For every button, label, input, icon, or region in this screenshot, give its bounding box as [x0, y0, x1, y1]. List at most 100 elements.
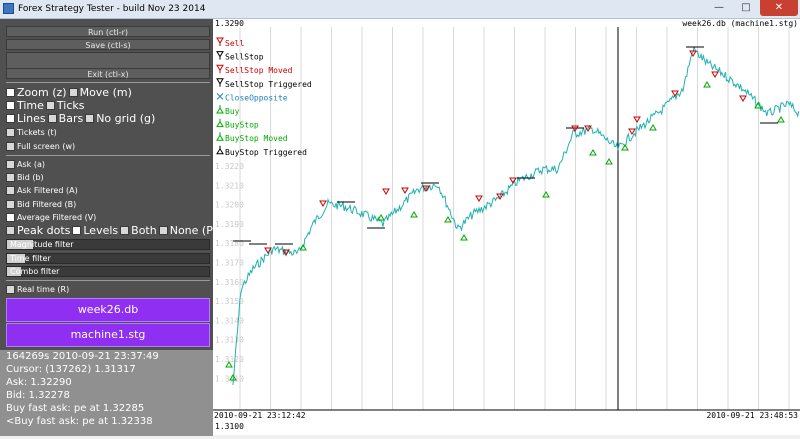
- bid-checkbox[interactable]: [6, 173, 15, 182]
- tickets-label: Tickets (t): [17, 128, 57, 137]
- buy-marker: [621, 144, 629, 151]
- save-button[interactable]: Save (ctl-s): [6, 39, 210, 50]
- realtime-label: Real time (R): [17, 285, 70, 294]
- time-filter-label: Time filter: [10, 254, 51, 263]
- buy-marker: [410, 211, 418, 218]
- divider: [6, 280, 210, 281]
- chart-top-price: 1.3290: [215, 19, 244, 28]
- buy-marker: [589, 149, 597, 156]
- none-label: None (P): [169, 224, 218, 237]
- y-axis-label: 1.3130: [215, 336, 244, 345]
- legend-label: Sell: [225, 39, 244, 48]
- price-series-line: [232, 46, 800, 385]
- zoom-checkbox[interactable]: [6, 88, 15, 97]
- sellstop-moved-icon: [216, 64, 224, 74]
- strategy-file-button[interactable]: machine1.stg: [6, 323, 210, 347]
- bars-checkbox[interactable]: [47, 114, 57, 123]
- legend-label: CloseOpposite: [225, 93, 288, 102]
- both-checkbox[interactable]: [120, 226, 130, 235]
- ask-label: Ask (a): [17, 160, 45, 169]
- buy-marker: [777, 116, 785, 123]
- zoom-move-row: Zoom (z) Move (m): [6, 86, 134, 99]
- maximize-icon[interactable]: □: [733, 0, 759, 16]
- lines-bars-row: Lines Bars No grid (g): [6, 112, 157, 125]
- bid-filtered-row: Bid Filtered (B): [6, 198, 78, 211]
- legend-label: BuyStop Triggered: [225, 148, 307, 157]
- legend-label: BuyStop Moved: [225, 134, 288, 143]
- peak-dots-checkbox[interactable]: [6, 226, 15, 235]
- y-axis-label: 1.3110: [215, 374, 244, 383]
- buy-marker: [542, 191, 550, 198]
- bid-label: Bid (b): [17, 173, 44, 182]
- info-buy-fast-ask-prev: <Buy fast ask: pe at 1.32338: [6, 416, 153, 427]
- levels-checkbox[interactable]: [72, 226, 82, 235]
- sellstop-icon: [216, 51, 224, 60]
- exit-button[interactable]: Exit (ctl-x): [6, 68, 210, 79]
- none-checkbox[interactable]: [158, 226, 168, 235]
- legend-label: SellStop: [225, 53, 264, 62]
- realtime-checkbox[interactable]: [6, 285, 15, 294]
- sell-marker: [711, 71, 719, 78]
- avg-filtered-checkbox[interactable]: [6, 213, 15, 222]
- close-icon[interactable]: ✕: [760, 0, 798, 16]
- bid-filtered-checkbox[interactable]: [6, 200, 15, 209]
- peak-dots-label: Peak dots: [17, 224, 71, 237]
- close-opposite-icon: [216, 93, 224, 100]
- control-panel: Run (ctl-r) Save (ctl-s) Exit (ctl-x) Zo…: [0, 19, 217, 436]
- info-elapsed: 164269s 2010-09-21 23:37:49: [6, 351, 159, 362]
- tickets-checkbox[interactable]: [6, 128, 15, 137]
- lines-checkbox[interactable]: [6, 114, 15, 123]
- ask-filtered-label: Ask Filtered (A): [17, 186, 78, 195]
- db-file-button[interactable]: week26.db: [6, 298, 210, 322]
- chart-start-time: 2010-09-21 23:12:42: [214, 411, 306, 420]
- chart-grid: [239, 27, 790, 410]
- chart-bottom-price: 1.3100: [215, 422, 244, 431]
- ticks-checkbox[interactable]: [45, 101, 55, 110]
- y-axis-label: 1.3200: [215, 201, 244, 210]
- price-chart[interactable]: 1.3290 week26.db (machine1.stg) 2010-09-…: [213, 19, 800, 435]
- legend-label: BuyStop: [225, 121, 259, 130]
- buy-icon: [216, 105, 224, 114]
- time-filter-slider[interactable]: Time filter: [6, 253, 210, 264]
- chart-trade-markers: [225, 50, 785, 381]
- combo-filter-slider[interactable]: Combo filter: [6, 266, 210, 277]
- info-ask: Ask: 1.32290: [6, 377, 72, 388]
- ask-filtered-row: Ask Filtered (A): [6, 184, 80, 197]
- run-button[interactable]: Run (ctl-r): [6, 26, 210, 37]
- sell-icon: [216, 37, 224, 46]
- avg-filtered-label: Average Filtered (V): [17, 213, 97, 222]
- info-panel: 164269s 2010-09-21 23:37:49 Cursor: (137…: [0, 350, 213, 436]
- sell-marker: [401, 187, 409, 194]
- time-ticks-row: Time Ticks: [6, 99, 87, 112]
- realtime-row: Real time (R): [6, 283, 71, 296]
- chart-levels: [233, 46, 778, 245]
- buy-marker: [703, 81, 711, 88]
- spacer-button: [6, 52, 210, 68]
- y-axis-label: 1.3220: [215, 162, 244, 171]
- ask-checkbox[interactable]: [6, 160, 15, 169]
- magnitude-filter-label: Magnitude filter: [10, 240, 74, 249]
- zoom-label: Zoom (z): [17, 86, 67, 99]
- buy-marker: [605, 158, 613, 165]
- fullscreen-checkbox[interactable]: [6, 142, 15, 151]
- buy-marker: [460, 234, 468, 241]
- ask-filtered-checkbox[interactable]: [6, 186, 15, 195]
- nogrid-checkbox[interactable]: [85, 114, 95, 123]
- move-checkbox[interactable]: [68, 88, 78, 97]
- time-label: Time: [17, 99, 44, 112]
- sell-marker: [319, 200, 327, 207]
- bars-label: Bars: [58, 112, 84, 125]
- buy-marker: [444, 216, 452, 223]
- info-cursor: Cursor: (137262) 1.31317: [6, 364, 136, 375]
- time-checkbox[interactable]: [6, 101, 15, 110]
- info-bid: Bid: 1.32278: [6, 390, 70, 401]
- window-controls: — □ ✕: [705, 0, 798, 18]
- minimize-icon[interactable]: —: [706, 0, 732, 16]
- window-title: Forex Strategy Tester - build Nov 23 201…: [18, 4, 206, 14]
- y-axis-label: 1.3170: [215, 259, 244, 268]
- magnitude-filter-slider[interactable]: Magnitude filter: [6, 239, 210, 250]
- bid-filtered-label: Bid Filtered (B): [17, 200, 77, 209]
- sell-marker: [739, 95, 747, 102]
- fullscreen-row: Full screen (w): [6, 140, 77, 153]
- move-label: Move (m): [79, 86, 132, 99]
